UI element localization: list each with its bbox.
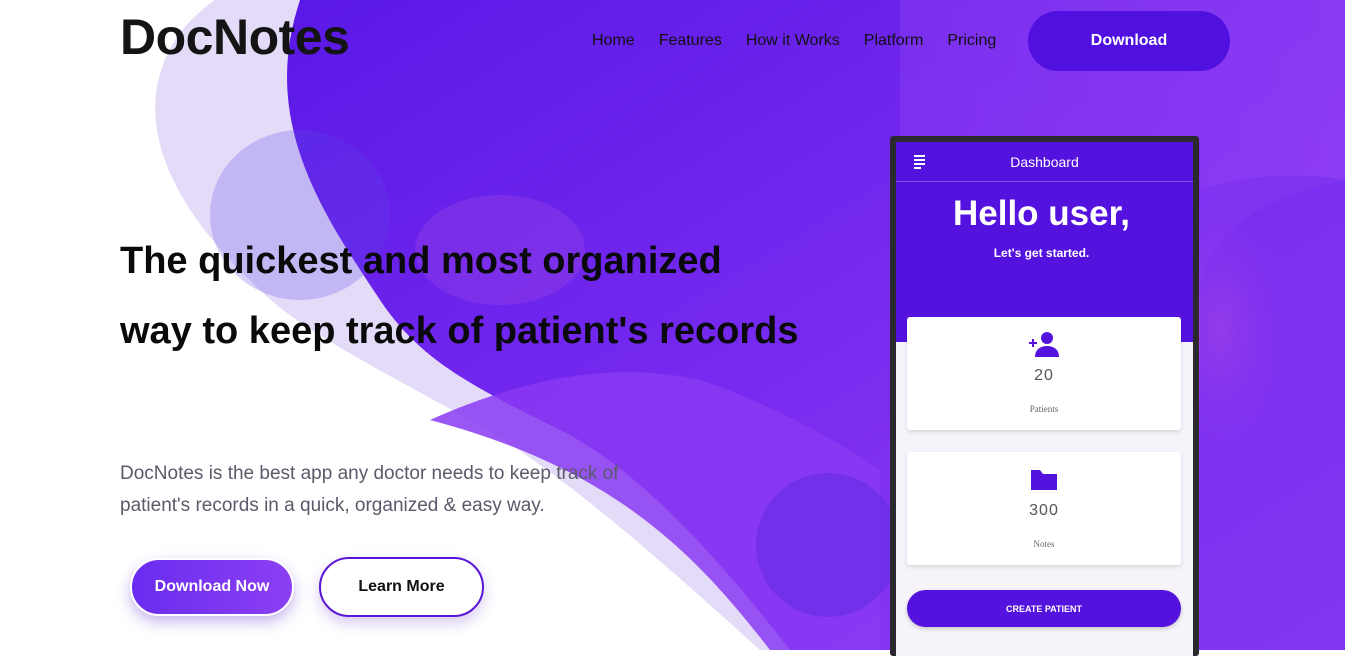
nav-platform[interactable]: Platform — [864, 32, 924, 50]
patients-card[interactable]: 20 Patients — [907, 317, 1181, 430]
add-person-icon — [1029, 332, 1059, 357]
download-button[interactable]: Download — [1028, 11, 1230, 71]
phone-mockup: Dashboard Hello user, Let's get started.… — [890, 136, 1199, 656]
brand-logo[interactable]: DocNotes — [120, 8, 350, 66]
hero-title: The quickest and most organized way to k… — [120, 240, 799, 352]
patients-label: Patients — [1029, 404, 1059, 414]
phone-screen: Dashboard Hello user, Let's get started.… — [896, 142, 1193, 656]
hero-subtitle: DocNotes is the best app any doctor need… — [120, 463, 619, 516]
notes-card[interactable]: 300 Notes — [907, 452, 1181, 565]
app-bar-title: Dashboard — [1010, 154, 1079, 170]
main-nav: Home Features How it Works Platform Pric… — [592, 32, 996, 50]
create-patient-button[interactable]: CREATE PATIENT — [907, 590, 1181, 627]
nav-pricing[interactable]: Pricing — [947, 32, 996, 50]
learn-more-button[interactable]: Learn More — [319, 557, 484, 617]
patients-count: 20 — [1034, 367, 1054, 384]
app-bar: Dashboard — [896, 142, 1193, 182]
notes-count: 300 — [1029, 502, 1059, 519]
folder-icon — [1031, 470, 1057, 490]
nav-features[interactable]: Features — [659, 32, 722, 50]
nav-how-it-works[interactable]: How it Works — [746, 32, 840, 50]
greeting-title: Hello user, — [952, 194, 1131, 233]
download-now-button[interactable]: Download Now — [130, 558, 294, 616]
greeting-subtitle: Let's get started. — [993, 246, 1090, 260]
notes-label: Notes — [1033, 539, 1055, 549]
nav-home[interactable]: Home — [592, 32, 635, 50]
